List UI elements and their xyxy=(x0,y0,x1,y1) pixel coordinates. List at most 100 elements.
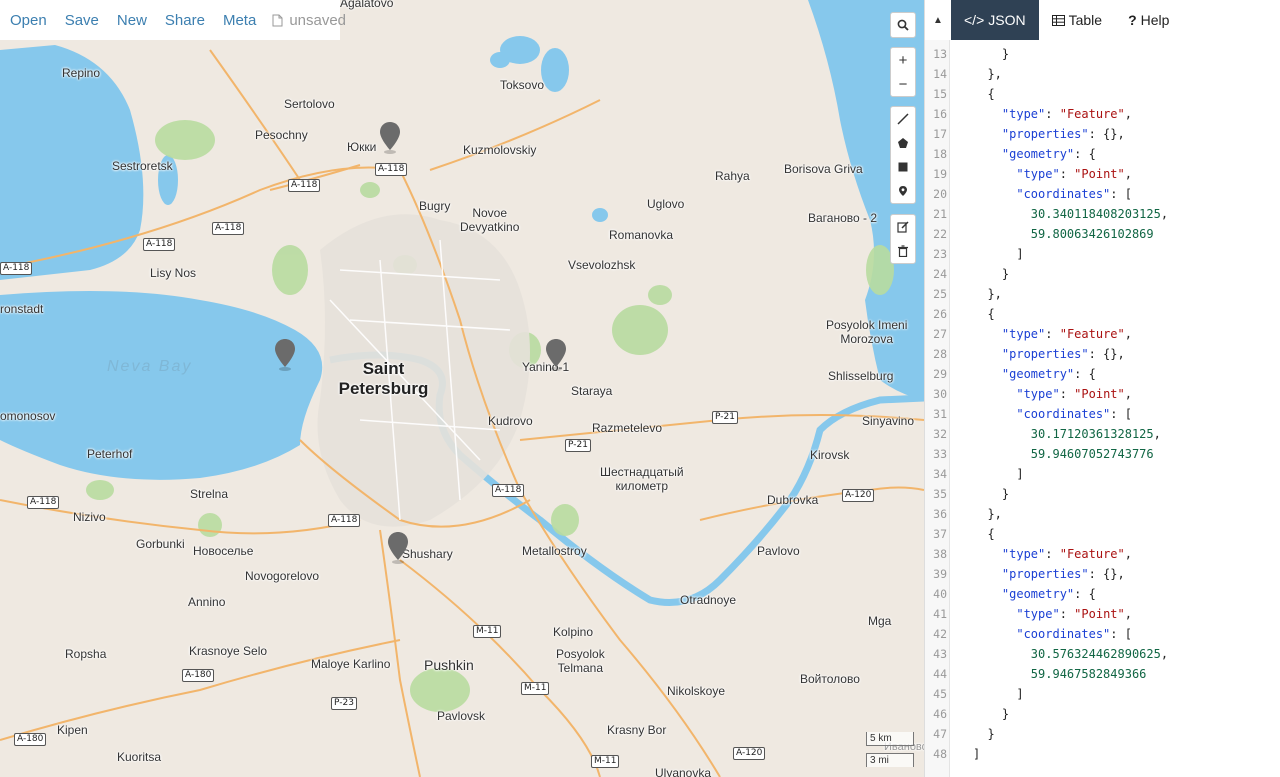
line-number: 31 xyxy=(933,407,947,421)
polygon-icon[interactable] xyxy=(891,131,915,155)
line-number: 40 xyxy=(933,587,947,601)
line-number: 46 xyxy=(933,707,947,721)
marker-icon[interactable] xyxy=(891,179,915,203)
tab-json[interactable]: </> JSON xyxy=(951,0,1039,40)
water-label-neva-bay: Neva Bay xyxy=(107,358,193,375)
code-text: }, xyxy=(973,507,1002,521)
json-editor[interactable]: 13 } 14 }, 15 {16 "type": "Feature", 17 "pr… xyxy=(925,40,1280,777)
road-shield: P-23 xyxy=(331,697,357,710)
rectangle-icon[interactable] xyxy=(891,155,915,179)
road-shield: M-11 xyxy=(521,682,550,695)
place-label-metallostroy: Metallostroy xyxy=(522,544,587,558)
place-label-ulyanovka: Ulyanovka xyxy=(655,766,712,777)
place-label-kuoritsa: Kuoritsa xyxy=(117,750,162,764)
road-shield: M-11 xyxy=(591,755,620,768)
map-view[interactable]: Agalatovo Repino Sertolovo Pesochny Юкки… xyxy=(0,0,924,777)
place-label-shushary: Shushary xyxy=(402,547,453,561)
map-marker[interactable] xyxy=(379,121,401,155)
place-label-pavlovsk: Pavlovsk xyxy=(437,709,486,723)
place-label-repino: Repino xyxy=(62,66,101,80)
place-label-rahya: Rahya xyxy=(715,169,750,183)
code-text: { xyxy=(973,307,995,321)
line-number: 19 xyxy=(933,167,947,181)
code-text: } xyxy=(973,267,1010,281)
code-text: "coordinates": [ xyxy=(1016,627,1132,641)
line-number: 17 xyxy=(933,127,947,141)
line-number: 41 xyxy=(933,607,947,621)
edit-icon[interactable] xyxy=(891,215,915,239)
place-label-agalatovo: Agalatovo xyxy=(340,0,394,10)
search-icon[interactable] xyxy=(891,13,915,37)
place-label-nizivo: Nizivo xyxy=(73,510,106,524)
code-text: }, xyxy=(973,67,1002,81)
road-shield: M-11 xyxy=(473,625,502,638)
place-label-vsevolozhsk: Vsevolozhsk xyxy=(568,258,636,272)
open-button[interactable]: Open xyxy=(10,12,47,29)
question-icon: ? xyxy=(1128,12,1137,28)
tab-help[interactable]: ? Help xyxy=(1115,0,1182,40)
line-number: 33 xyxy=(933,447,947,461)
line-number: 32 xyxy=(933,427,947,441)
map-marker[interactable] xyxy=(274,338,296,372)
place-label-voytolovo: Войтолово xyxy=(800,672,860,686)
place-label-yukki: Юкки xyxy=(347,140,377,154)
place-label-novogorelovo: Novogorelovo xyxy=(245,569,320,583)
code-text: "geometry": { xyxy=(1001,147,1096,161)
place-label-maloye-karlino: Maloye Karlino xyxy=(311,657,391,671)
draw-toolbar xyxy=(890,106,916,204)
place-label-sinyavino: Sinyavino xyxy=(862,414,915,428)
table-icon xyxy=(1051,14,1065,26)
meta-button[interactable]: Meta xyxy=(223,12,256,29)
place-label-gorbunki: Gorbunki xyxy=(136,537,185,551)
line-number: 43 xyxy=(933,647,947,661)
code-text: ] xyxy=(973,747,981,761)
code-text: } xyxy=(973,727,995,741)
code-text: 59.9467582849366 xyxy=(1030,667,1147,681)
place-label-otradnoye: Otradnoye xyxy=(680,593,737,607)
code-text: 59.80063426102869 xyxy=(1030,227,1154,241)
place-label-borisova-griva: Borisova Griva xyxy=(784,162,863,176)
road-shield: A-120 xyxy=(733,747,766,760)
code-text: "type": "Feature", xyxy=(1001,547,1132,561)
zoom-out-button[interactable]: − xyxy=(891,72,915,96)
code-text: "properties": {}, xyxy=(1001,127,1125,141)
place-label-staraya: Staraya xyxy=(571,384,613,398)
code-text: "geometry": { xyxy=(1001,367,1096,381)
share-button[interactable]: Share xyxy=(165,12,205,29)
place-label-shestnadtsaty-kilometr: Шестнадцатый километр xyxy=(600,465,684,493)
place-label-pavlovo: Pavlovo xyxy=(757,544,800,558)
file-status-label: unsaved xyxy=(289,11,347,29)
panel-tabs: ▲ </> JSON Table ? Help xyxy=(925,0,1280,40)
code-text: "type": "Point", xyxy=(1016,607,1132,621)
place-label-shlisselburg: Shlisselburg xyxy=(828,369,894,383)
line-number: 36 xyxy=(933,507,947,521)
map-marker[interactable] xyxy=(387,531,409,565)
caret-up-icon[interactable]: ▲ xyxy=(925,0,951,40)
line-number: 26 xyxy=(933,307,947,321)
line-icon[interactable] xyxy=(891,107,915,131)
code-text: } xyxy=(973,47,1010,61)
zoom-in-button[interactable]: + xyxy=(891,48,915,72)
place-label-lisy-nos: Lisy Nos xyxy=(150,266,197,280)
place-label-kudrovo: Kudrovo xyxy=(488,414,533,428)
code-text: "type": "Point", xyxy=(1016,167,1132,181)
code-text: { xyxy=(973,527,995,541)
tab-table[interactable]: Table xyxy=(1039,0,1115,40)
save-button[interactable]: Save xyxy=(65,12,99,29)
place-label-bugry: Bugry xyxy=(419,199,451,213)
new-button[interactable]: New xyxy=(117,12,147,29)
place-label-uglovo: Uglovo xyxy=(647,197,685,211)
place-label-razmetelevo: Razmetelevo xyxy=(592,421,663,435)
code-text: } xyxy=(973,487,1010,501)
road-shield: A-180 xyxy=(14,733,47,746)
code-text: "geometry": { xyxy=(1001,587,1096,601)
map-marker[interactable] xyxy=(545,338,567,372)
place-label-kuzmolovskiy: Kuzmolovskiy xyxy=(463,143,537,157)
line-number: 42 xyxy=(933,627,947,641)
trash-icon[interactable] xyxy=(891,239,915,263)
road-shield: A-118 xyxy=(328,514,361,527)
line-number: 21 xyxy=(933,207,947,221)
place-label-annino: Annino xyxy=(188,595,226,609)
zoom-control: + − xyxy=(890,47,916,97)
place-label-krasnoye-selo: Krasnoye Selo xyxy=(189,644,268,658)
